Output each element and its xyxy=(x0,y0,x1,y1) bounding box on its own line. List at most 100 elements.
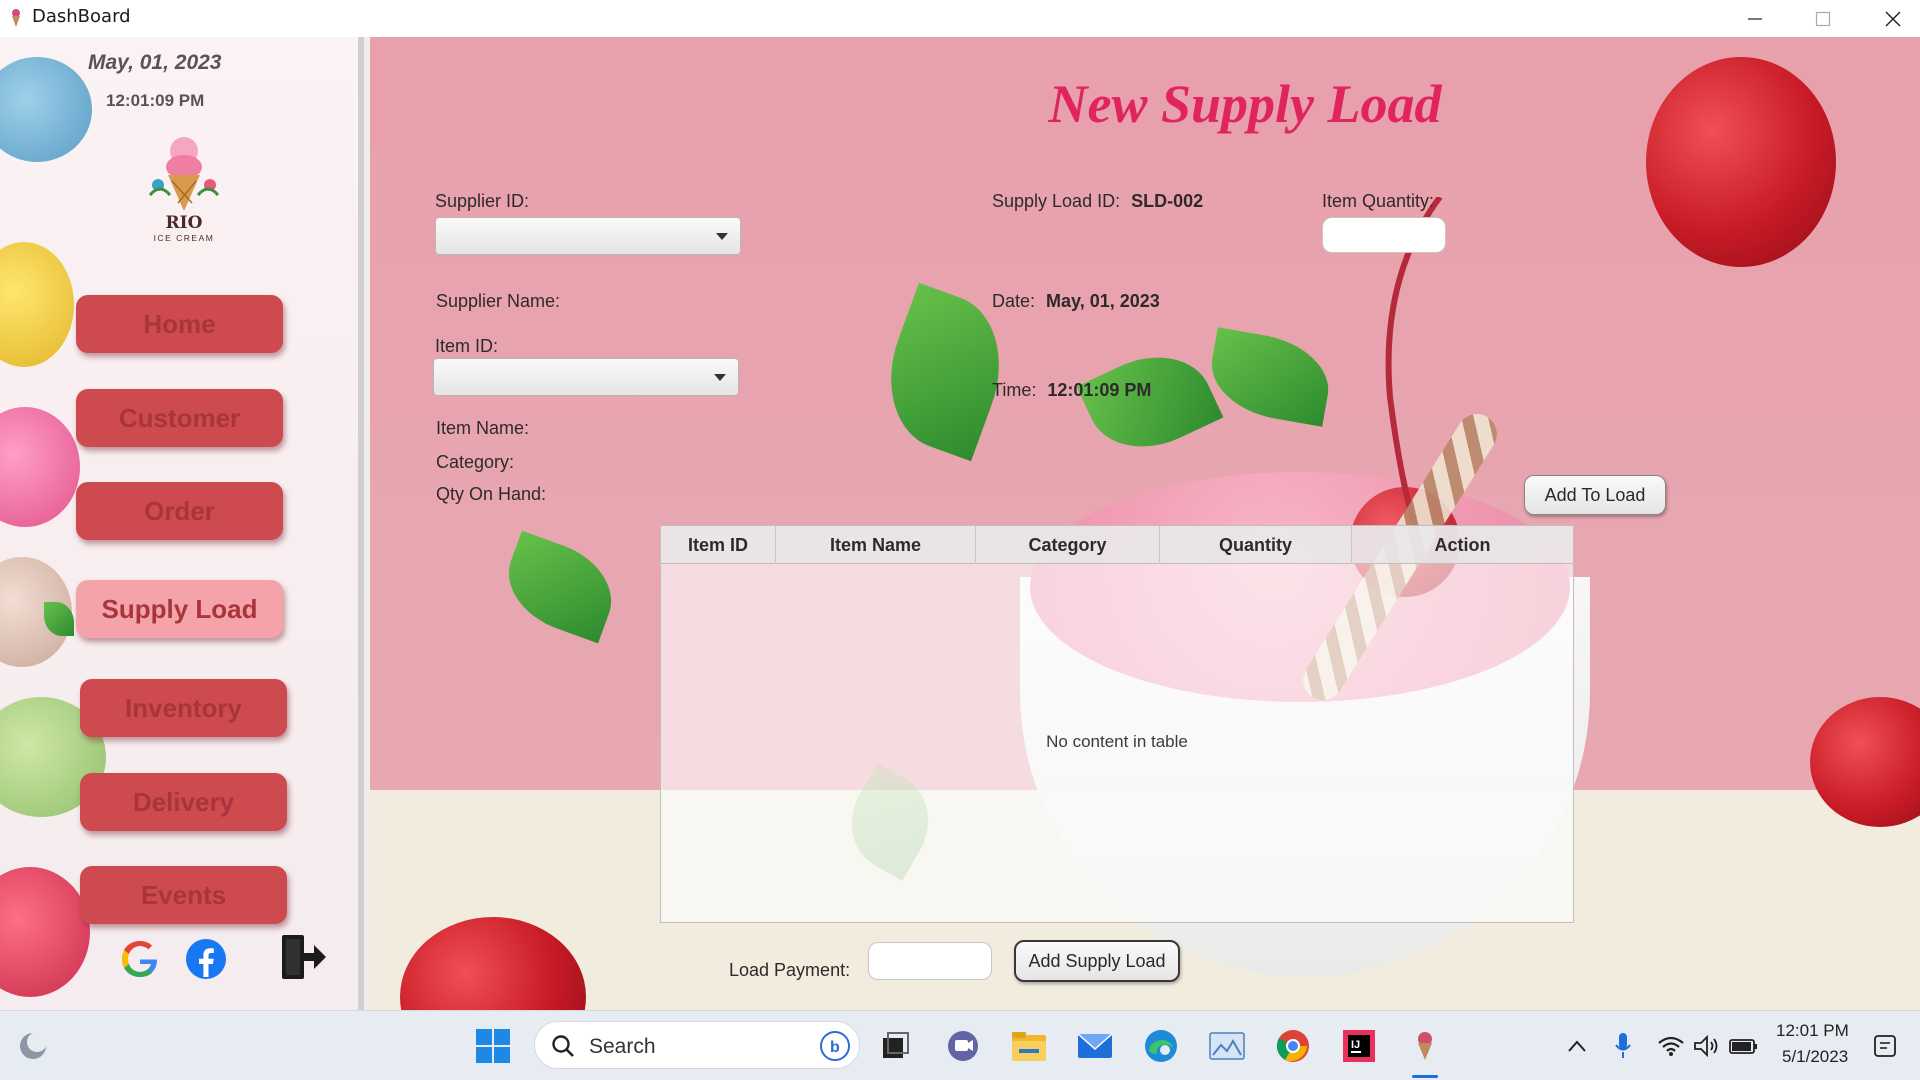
qty-on-hand-label: Qty On Hand: xyxy=(436,484,547,504)
taskbar-clock-time[interactable]: 12:01 PM xyxy=(1776,1021,1849,1041)
wifi-icon-graphic xyxy=(1658,1036,1684,1056)
chevron-up-icon-graphic xyxy=(1568,1040,1586,1052)
window-title: DashBoard xyxy=(32,6,131,27)
page-title: New Supply Load xyxy=(1048,74,1442,134)
microphone-icon-graphic xyxy=(1615,1033,1631,1058)
chrome-icon-graphic xyxy=(1276,1030,1309,1062)
nav-label: Customer xyxy=(118,402,241,433)
nav-home-button[interactable]: Home xyxy=(76,295,283,353)
nav-label: Order xyxy=(144,495,215,526)
window-titlebar: DashBoard xyxy=(0,0,1920,37)
chevron-up-icon[interactable] xyxy=(1558,1027,1596,1065)
supply-load-id-label: Supply Load ID: SLD-002 xyxy=(992,191,1203,212)
date-label: Date: May, 01, 2023 xyxy=(992,291,1160,312)
photos-icon-graphic xyxy=(1209,1032,1245,1060)
task-view-icon[interactable] xyxy=(876,1027,914,1065)
category-label: Category: xyxy=(436,452,515,472)
minimize-icon xyxy=(1748,17,1762,20)
google-icon[interactable] xyxy=(118,937,162,981)
item-quantity-input[interactable] xyxy=(1322,217,1446,253)
taskbar-clock-date[interactable]: 5/1/2023 xyxy=(1782,1047,1848,1067)
column-header-category[interactable]: Category xyxy=(976,526,1160,564)
search-placeholder: Search xyxy=(589,1035,656,1058)
date-caption: Date: xyxy=(992,291,1036,311)
notification-icon[interactable] xyxy=(1866,1027,1904,1065)
teams-chat-icon[interactable] xyxy=(944,1027,982,1065)
minimize-button[interactable] xyxy=(1720,0,1790,37)
taskbar: Search b IJ 12:01 PM 5/1/2023 xyxy=(0,1010,1920,1080)
logout-icon[interactable] xyxy=(276,931,328,983)
table-header: Item ID Item Name Category Quantity Acti… xyxy=(661,526,1573,564)
maximize-icon xyxy=(1815,11,1831,26)
notification-icon-graphic xyxy=(1874,1035,1896,1057)
wifi-icon[interactable] xyxy=(1652,1027,1690,1065)
nav-label: Delivery xyxy=(132,786,235,817)
ice-cream-decoration xyxy=(0,407,80,527)
ice-cream-logo-icon xyxy=(148,137,220,211)
cherry-decoration xyxy=(1646,57,1836,267)
svg-text:IJ: IJ xyxy=(1351,1039,1360,1051)
mail-icon[interactable] xyxy=(1076,1027,1114,1065)
mint-leaf-decoration xyxy=(1203,327,1337,427)
main-panel: New Supply Load Supplier ID: Supplier Na… xyxy=(370,37,1920,1010)
ice-cream-decoration xyxy=(0,57,92,162)
ice-cream-app-icon xyxy=(1418,1032,1432,1060)
teams-chat-icon-graphic xyxy=(948,1031,978,1061)
nav-order-button[interactable]: Order xyxy=(76,482,283,540)
supplier-id-label: Supplier ID: xyxy=(435,191,530,211)
column-header-item-id[interactable]: Item ID xyxy=(661,526,776,564)
edge-icon-graphic xyxy=(1145,1030,1177,1062)
add-to-load-button[interactable]: Add To Load xyxy=(1524,475,1666,515)
date-value: May, 01, 2023 xyxy=(1046,291,1160,311)
column-header-action[interactable]: Action xyxy=(1352,526,1573,564)
add-supply-load-button[interactable]: Add Supply Load xyxy=(1014,940,1180,982)
taskbar-search-box[interactable]: Search b xyxy=(534,1021,860,1069)
microphone-icon[interactable] xyxy=(1604,1027,1642,1065)
table-empty-message: No content in table xyxy=(1046,732,1188,751)
supply-load-id-caption: Supply Load ID: xyxy=(992,191,1121,211)
photos-icon[interactable] xyxy=(1208,1027,1246,1065)
rio-logo: RIO ICE CREAM xyxy=(140,133,228,251)
intellij-icon[interactable]: IJ xyxy=(1340,1027,1378,1065)
nav-label: Supply Load xyxy=(101,593,258,624)
supplier-name-label: Supplier Name: xyxy=(436,291,561,311)
time-value: 12:01:09 PM xyxy=(1047,380,1152,400)
maximize-button[interactable] xyxy=(1788,0,1858,37)
logo-subtitle: ICE CREAM xyxy=(153,233,215,243)
search-icon xyxy=(552,1035,574,1057)
task-view-icon-graphic xyxy=(883,1032,909,1058)
weather-icon-graphic xyxy=(20,1032,47,1059)
start-icon[interactable] xyxy=(474,1027,512,1065)
item-id-label: Item ID: xyxy=(435,336,499,356)
battery-icon[interactable] xyxy=(1724,1027,1762,1065)
load-payment-input[interactable] xyxy=(868,942,992,980)
file-explorer-icon[interactable] xyxy=(1010,1027,1048,1065)
nav-label: Events xyxy=(140,879,227,910)
edge-icon[interactable] xyxy=(1142,1027,1180,1065)
nav-supply-load-button[interactable]: Supply Load xyxy=(76,580,283,638)
close-button[interactable] xyxy=(1858,0,1920,37)
nav-customer-button[interactable]: Customer xyxy=(76,389,283,447)
time-caption: Time: xyxy=(992,380,1037,400)
item-name-label: Item Name: xyxy=(436,418,530,438)
load-payment-label: Load Payment: xyxy=(729,960,851,980)
nav-delivery-button[interactable]: Delivery xyxy=(80,773,287,831)
chrome-icon[interactable] xyxy=(1274,1027,1312,1065)
item-id-combobox[interactable] xyxy=(433,358,739,396)
sidebar-time: 12:01:09 PM xyxy=(106,91,205,110)
java-app-icon[interactable] xyxy=(1406,1027,1444,1065)
nav-label: Home xyxy=(143,308,216,339)
column-header-item-name[interactable]: Item Name xyxy=(776,526,976,564)
volume-icon[interactable] xyxy=(1688,1027,1726,1065)
column-header-quantity[interactable]: Quantity xyxy=(1160,526,1352,564)
nav-inventory-button[interactable]: Inventory xyxy=(80,679,287,737)
bing-icon[interactable]: b xyxy=(819,1030,851,1062)
chevron-down-icon xyxy=(716,233,728,240)
windows-logo-icon xyxy=(476,1029,510,1063)
weather-icon[interactable] xyxy=(14,1027,52,1065)
nav-events-button[interactable]: Events xyxy=(80,866,287,924)
supplier-id-combobox[interactable] xyxy=(435,217,741,255)
supply-load-table[interactable]: Item ID Item Name Category Quantity Acti… xyxy=(660,525,1574,923)
intellij-icon-graphic: IJ xyxy=(1343,1030,1375,1062)
facebook-icon[interactable] xyxy=(184,937,228,981)
